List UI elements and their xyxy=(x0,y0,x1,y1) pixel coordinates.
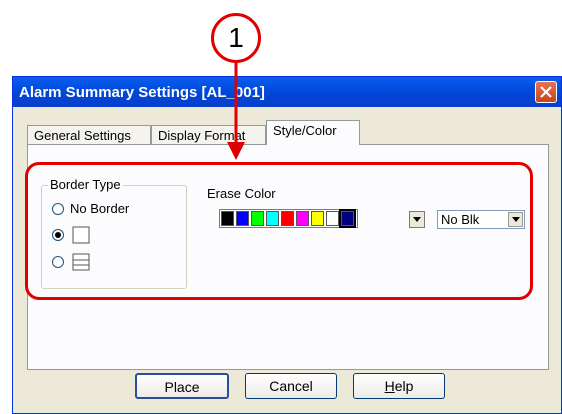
callout-arrow xyxy=(227,63,245,160)
